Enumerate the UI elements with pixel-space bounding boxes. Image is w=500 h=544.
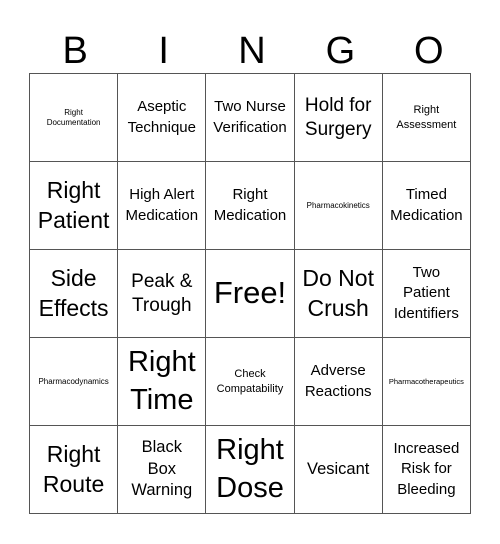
cell-text: Vesicant: [307, 459, 370, 478]
cell-text: Increased Risk for Bleeding: [393, 440, 460, 498]
cell-text: Right Patient: [37, 176, 110, 233]
cell-text: Adverse Reactions: [304, 362, 372, 400]
cell-text: Pharmacodynamics: [38, 376, 109, 386]
bingo-cell[interactable]: Pharmacotherapeutics: [382, 338, 471, 426]
cell-text: Right Documentation: [46, 107, 101, 127]
bingo-cell[interactable]: Adverse Reactions: [294, 338, 383, 426]
bingo-cell[interactable]: Hold for Surgery: [294, 74, 383, 162]
bingo-cell[interactable]: Right Medication: [206, 162, 295, 250]
bingo-cell[interactable]: Right Time: [118, 338, 207, 426]
cell-text: Side Effects: [38, 264, 109, 321]
cell-text: Timed Medication: [390, 186, 463, 224]
bingo-cell[interactable]: Vesicant: [294, 426, 383, 514]
cell-text: Do Not Crush: [302, 264, 374, 321]
free-space-text: Free!: [213, 275, 287, 311]
cell-text: Right Medication: [213, 186, 287, 224]
bingo-cell[interactable]: Timed Medication: [382, 162, 471, 250]
header-letter-n: N: [238, 30, 266, 72]
cell-text: Right Time: [127, 345, 196, 416]
bingo-cell[interactable]: Right Dose: [206, 426, 295, 514]
cell-text: Hold for Surgery: [304, 94, 372, 140]
bingo-cell[interactable]: Right Documentation: [30, 74, 119, 162]
bingo-cell[interactable]: Aseptic Technique: [118, 74, 207, 162]
free-space-cell[interactable]: Free!: [206, 250, 295, 338]
bingo-cell[interactable]: Check Compatability: [206, 338, 295, 426]
cell-text: Black Box Warning: [131, 438, 193, 500]
bingo-cell[interactable]: Right Assessment: [382, 74, 471, 162]
bingo-cell[interactable]: High Alert Medication: [118, 162, 207, 250]
bingo-header: B I N G O: [29, 28, 471, 74]
cell-text: Two Patient Identifiers: [393, 264, 459, 322]
cell-text: Two Nurse Verification: [213, 98, 287, 136]
cell-text: Peak & Trough: [131, 270, 193, 316]
bingo-cell[interactable]: Pharmacodynamics: [30, 338, 119, 426]
cell-text: Check Compatability: [216, 368, 284, 395]
cell-text: Pharmacokinetics: [306, 200, 370, 210]
bingo-cell[interactable]: Two Patient Identifiers: [382, 250, 471, 338]
bingo-cell[interactable]: Right Patient: [30, 162, 119, 250]
cell-text: High Alert Medication: [125, 186, 199, 224]
bingo-cell[interactable]: Do Not Crush: [294, 250, 383, 338]
cell-text: Right Route: [42, 440, 105, 497]
bingo-cell[interactable]: Pharmacokinetics: [294, 162, 383, 250]
cell-text: Right Assessment: [396, 104, 457, 131]
header-letter-o: O: [414, 30, 444, 72]
bingo-cell[interactable]: Black Box Warning: [118, 426, 207, 514]
bingo-cell[interactable]: Side Effects: [30, 250, 119, 338]
header-letter-i: I: [158, 30, 169, 72]
cell-text: Right Dose: [216, 433, 284, 504]
cell-text: Pharmacotherapeutics: [388, 377, 464, 386]
bingo-cell[interactable]: Right Route: [30, 426, 119, 514]
bingo-board: Right Documentation Aseptic Technique Tw…: [29, 73, 471, 514]
bingo-cell[interactable]: Increased Risk for Bleeding: [382, 426, 471, 514]
bingo-cell[interactable]: Peak & Trough: [118, 250, 207, 338]
cell-text: Aseptic Technique: [127, 98, 196, 136]
header-letter-g: G: [325, 30, 356, 72]
bingo-cell[interactable]: Two Nurse Verification: [206, 74, 295, 162]
header-letter-b: B: [62, 30, 88, 72]
